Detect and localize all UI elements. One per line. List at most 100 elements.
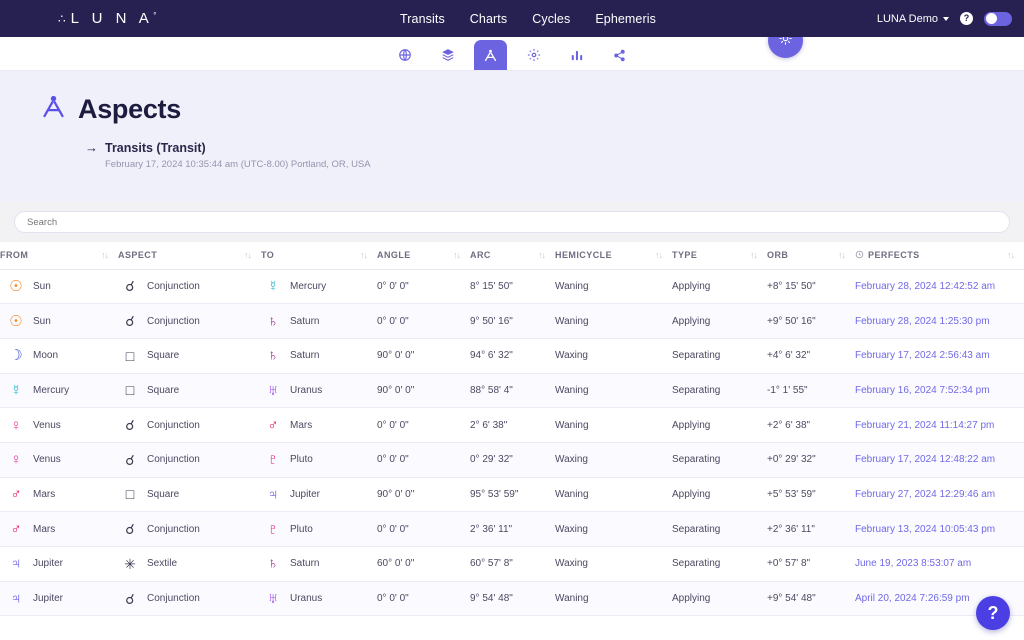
cell-arc: 9° 50' 16" bbox=[470, 303, 555, 339]
cell-aspect: □ Square bbox=[118, 338, 261, 374]
subnav-layers[interactable] bbox=[431, 40, 464, 70]
column-header-orb[interactable]: ORB ↑↓ bbox=[767, 242, 855, 270]
cell-hemicycle: Waning bbox=[555, 373, 672, 409]
cell-to: ♅ Uranus bbox=[261, 373, 377, 409]
planet-glyph-icon: ♄ bbox=[267, 347, 279, 365]
table-row[interactable]: ♃ Jupiter ✳ Sextile ♄ Saturn 60° 0' 0" 60° 57' … bbox=[0, 546, 1024, 582]
table-row[interactable]: ♂ Mars □ Square ♃ Jupiter 90° 0' 0" 95° 53' 59"… bbox=[0, 477, 1024, 513]
planet-glyph-icon: ♅ bbox=[267, 381, 279, 399]
cell-perfects[interactable]: February 27, 2024 12:29:46 am bbox=[855, 477, 1024, 513]
cell-perfects[interactable]: February 13, 2024 10:05:43 pm bbox=[855, 511, 1024, 547]
help-fab-button[interactable]: ? bbox=[976, 596, 1010, 630]
cell-from: ☉ Sun bbox=[0, 269, 118, 305]
cell-arc: 2° 6' 38" bbox=[470, 407, 555, 443]
cell-orb: +2° 36' 11" bbox=[767, 511, 855, 547]
planet-glyph-icon: ♇ bbox=[267, 520, 279, 538]
brand-superscript: ° bbox=[153, 11, 157, 20]
table-row[interactable]: ♂ Mars ☌ Conjunction ♇ Pluto 0° 0' 0" 2° 36' 11… bbox=[0, 511, 1024, 547]
cell-aspect: ☌ Conjunction bbox=[118, 442, 261, 478]
aspect-glyph-icon: ✳ bbox=[124, 555, 136, 572]
aspects-table-container: FROM ↑↓ ASPECT ↑↓ TO ↑↓ ANGLE ↑↓ ARC ↑↓ HEMIC… bbox=[0, 242, 1024, 617]
cell-perfects[interactable]: June 19, 2023 8:53:07 am bbox=[855, 546, 1024, 582]
column-label: HEMICYCLE bbox=[555, 250, 613, 261]
sort-icon[interactable]: ↑↓ bbox=[360, 250, 368, 260]
planet-glyph-icon: ♅ bbox=[267, 590, 279, 608]
search-input[interactable] bbox=[14, 211, 1010, 233]
table-row[interactable]: ☉ Sun ☌ Conjunction ☿ Mercury 0° 0' 0" 8° 15' 5… bbox=[0, 269, 1024, 305]
sort-icon[interactable]: ↑↓ bbox=[101, 250, 109, 260]
cell-orb: +9° 50' 16" bbox=[767, 303, 855, 339]
theme-toggle[interactable] bbox=[984, 11, 1012, 26]
cell-hemicycle: Waning bbox=[555, 269, 672, 305]
cell-to: ♇ Pluto bbox=[261, 442, 377, 478]
subnav-share[interactable] bbox=[603, 40, 636, 70]
cell-perfects[interactable]: February 17, 2024 12:48:22 am bbox=[855, 442, 1024, 478]
to-label: Jupiter bbox=[290, 488, 321, 500]
cell-angle: 90° 0' 0" bbox=[377, 338, 470, 374]
luna-logo[interactable]: ∴ L U N A ° bbox=[58, 10, 156, 27]
aspect-label: Conjunction bbox=[147, 280, 200, 292]
column-header-hemicycle[interactable]: HEMICYCLE ↑↓ bbox=[555, 242, 672, 270]
cell-arc: 88° 58' 4" bbox=[470, 373, 555, 409]
to-label: Uranus bbox=[290, 593, 323, 605]
column-header-type[interactable]: TYPE ↑↓ bbox=[672, 242, 767, 270]
subnav-settings[interactable] bbox=[517, 40, 550, 70]
to-label: Saturn bbox=[290, 315, 320, 327]
sort-icon[interactable]: ↑↓ bbox=[838, 250, 846, 260]
table-header-row: FROM ↑↓ ASPECT ↑↓ TO ↑↓ ANGLE ↑↓ ARC ↑↓ HEMIC… bbox=[0, 242, 1024, 270]
cell-to: ☿ Mercury bbox=[261, 269, 377, 305]
nav-item-transits[interactable]: Transits bbox=[400, 12, 445, 26]
column-header-to[interactable]: TO ↑↓ bbox=[261, 242, 377, 270]
planet-glyph-icon: ☉ bbox=[9, 312, 23, 330]
cell-perfects[interactable]: February 16, 2024 7:52:34 pm bbox=[855, 373, 1024, 409]
cell-orb: +0° 57' 8" bbox=[767, 546, 855, 582]
page-title: Aspects bbox=[78, 93, 181, 124]
sort-icon[interactable]: ↑↓ bbox=[538, 250, 546, 260]
table-row[interactable]: ☿ Mercury □ Square ♅ Uranus 90° 0' 0" 88° 58' 4… bbox=[0, 373, 1024, 409]
column-header-perfects[interactable]: PERFECTS ↑↓ bbox=[855, 242, 1024, 270]
column-header-aspect[interactable]: ASPECT ↑↓ bbox=[118, 242, 261, 270]
cell-to: ♄ Saturn bbox=[261, 338, 377, 374]
cell-perfects[interactable]: February 17, 2024 2:56:43 am bbox=[855, 338, 1024, 374]
table-row[interactable]: ☽ Moon □ Square ♄ Saturn 90° 0' 0" 94° 6' 32" Wa… bbox=[0, 338, 1024, 374]
aspect-glyph-icon: ☌ bbox=[125, 417, 135, 434]
user-menu[interactable]: LUNA Demo bbox=[877, 13, 949, 25]
cell-to: ♄ Saturn bbox=[261, 546, 377, 582]
cell-hemicycle: Waxing bbox=[555, 442, 672, 478]
column-header-from[interactable]: FROM ↑↓ bbox=[0, 242, 118, 270]
subnav-chart-bars[interactable] bbox=[560, 40, 593, 70]
column-header-arc[interactable]: ARC ↑↓ bbox=[470, 242, 555, 270]
sort-icon[interactable]: ↑↓ bbox=[244, 250, 252, 260]
cell-from: ♀ Venus bbox=[0, 407, 118, 443]
subnav-aspects[interactable] bbox=[474, 40, 507, 70]
table-row[interactable]: ♀ Venus ☌ Conjunction ♇ Pluto 0° 0' 0" 0° 29' 3… bbox=[0, 442, 1024, 478]
cell-orb: +5° 53' 59" bbox=[767, 477, 855, 513]
sort-icon[interactable]: ↑↓ bbox=[655, 250, 663, 260]
cell-orb: -1° 1' 55" bbox=[767, 373, 855, 409]
nav-item-ephemeris[interactable]: Ephemeris bbox=[595, 12, 656, 26]
table-row[interactable]: ♃ Jupiter ☌ Conjunction ♅ Uranus 0° 0' 0" 9° 54… bbox=[0, 581, 1024, 617]
nav-item-charts[interactable]: Charts bbox=[470, 12, 507, 26]
chart-bars-icon bbox=[570, 48, 584, 62]
cell-perfects[interactable]: February 28, 2024 12:42:52 am bbox=[855, 269, 1024, 305]
sort-icon[interactable]: ↑↓ bbox=[1007, 250, 1015, 260]
nav-item-cycles[interactable]: Cycles bbox=[532, 12, 570, 26]
column-header-angle[interactable]: ANGLE ↑↓ bbox=[377, 242, 470, 270]
top-navigation-bar: ∴ L U N A ° Transits Charts Cycles Ephemer… bbox=[0, 0, 1024, 37]
from-label: Mars bbox=[33, 488, 56, 500]
table-row[interactable]: ♀ Venus ☌ Conjunction ♂ Mars 0° 0' 0" 2° 6' 38"… bbox=[0, 407, 1024, 443]
column-label: PERFECTS bbox=[868, 250, 920, 261]
sort-icon[interactable]: ↑↓ bbox=[750, 250, 758, 260]
from-label: Jupiter bbox=[33, 558, 64, 570]
subnav-globe[interactable] bbox=[388, 40, 421, 70]
cell-perfects[interactable]: February 21, 2024 11:14:27 pm bbox=[855, 407, 1024, 443]
hero-subject-block: → Transits (Transit) February 17, 2024 1… bbox=[85, 140, 1024, 170]
cell-perfects[interactable]: February 28, 2024 1:25:30 pm bbox=[855, 303, 1024, 339]
hero-datetime: February 17, 2024 10:35:44 am (UTC-8.00)… bbox=[105, 159, 371, 170]
planet-glyph-icon: ♄ bbox=[267, 555, 279, 573]
help-icon[interactable]: ? bbox=[960, 12, 973, 25]
table-row[interactable]: ☉ Sun ☌ Conjunction ♄ Saturn 0° 0' 0" 9° 50' 16… bbox=[0, 303, 1024, 339]
sort-icon[interactable]: ↑↓ bbox=[453, 250, 461, 260]
cell-from: ☿ Mercury bbox=[0, 373, 118, 409]
planet-glyph-icon: ♂ bbox=[10, 485, 22, 503]
